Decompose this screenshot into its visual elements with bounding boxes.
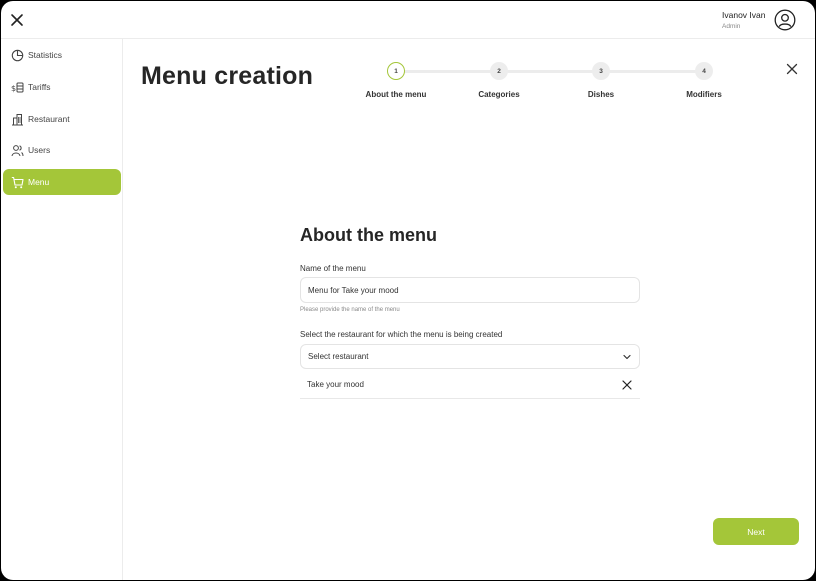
sidebar-item-restaurant[interactable]: Restaurant <box>3 106 121 132</box>
sidebar-item-tariffs[interactable]: $ Tariffs <box>3 74 121 100</box>
page-title: Menu creation <box>141 62 314 90</box>
pie-chart-icon <box>11 49 24 61</box>
sidebar: Statistics $ Tariffs Restaurant Users Me… <box>1 39 123 580</box>
svg-text:$: $ <box>11 84 16 93</box>
user-name: Ivanov Ivan <box>722 10 766 20</box>
app-window: Ivanov Ivan Admin Statistics $ Tariffs R… <box>1 1 815 580</box>
restaurant-select-placeholder: Select restaurant <box>308 352 369 361</box>
money-icon: $ <box>11 82 24 93</box>
selected-restaurant-row: Take your mood <box>300 371 640 399</box>
close-icon[interactable] <box>622 379 632 390</box>
step-4-indicator[interactable]: 4 <box>695 62 713 80</box>
sidebar-item-menu[interactable]: Menu <box>3 169 121 195</box>
menu-name-label: Name of the menu <box>300 264 366 273</box>
sidebar-item-statistics[interactable]: Statistics <box>3 42 121 68</box>
restaurant-select[interactable]: Select restaurant <box>300 344 640 369</box>
sidebar-item-label: Restaurant <box>28 114 70 124</box>
close-icon[interactable] <box>786 63 798 75</box>
menu-name-hint: Please provide the name of the menu <box>300 307 400 313</box>
sidebar-item-label: Statistics <box>28 50 63 60</box>
form-title: About the menu <box>300 225 437 245</box>
step-1-label[interactable]: About the menu <box>366 90 427 99</box>
step-2-label[interactable]: Categories <box>478 90 519 99</box>
step-3-indicator[interactable]: 3 <box>592 62 610 80</box>
sidebar-item-label: Menu <box>28 177 50 187</box>
building-icon <box>12 113 23 125</box>
restaurant-select-label: Select the restaurant for which the menu… <box>300 330 503 339</box>
user-role: Admin <box>722 23 741 30</box>
selected-restaurant-name: Take your mood <box>307 380 364 389</box>
top-bar: Ivanov Ivan Admin <box>1 1 815 39</box>
step-4-label[interactable]: Modifiers <box>686 90 722 99</box>
cart-icon <box>11 176 24 188</box>
menu-name-input[interactable] <box>300 277 640 303</box>
chevron-down-icon <box>623 354 631 359</box>
user-avatar-icon[interactable] <box>774 9 796 31</box>
sidebar-item-label: Tariffs <box>28 82 51 92</box>
close-icon[interactable] <box>10 13 24 27</box>
step-1-indicator[interactable]: 1 <box>387 62 405 80</box>
sidebar-item-users[interactable]: Users <box>3 137 121 163</box>
stepper-track <box>396 70 704 73</box>
step-2-indicator[interactable]: 2 <box>490 62 508 80</box>
next-button[interactable]: Next <box>713 518 799 545</box>
users-icon <box>11 144 24 156</box>
sidebar-item-label: Users <box>28 145 51 155</box>
step-3-label[interactable]: Dishes <box>588 90 614 99</box>
